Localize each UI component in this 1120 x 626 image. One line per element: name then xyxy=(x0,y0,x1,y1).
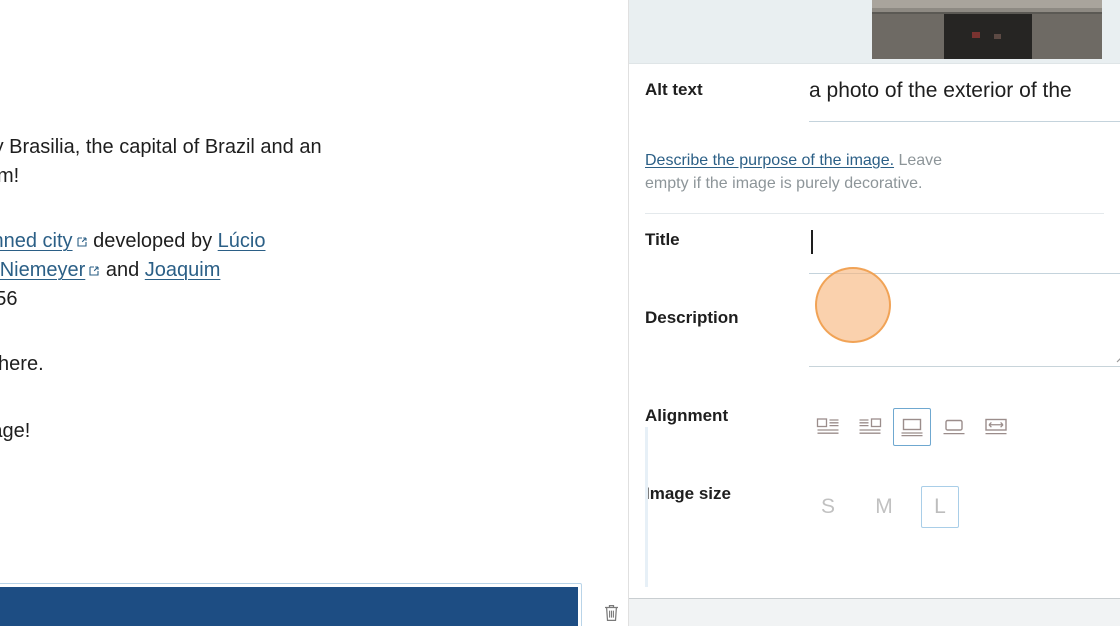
align-center-icon[interactable] xyxy=(893,408,931,447)
describe-purpose-link[interactable]: Describe the purpose of the image. xyxy=(645,152,894,169)
title-input[interactable] xyxy=(809,226,1120,288)
link-lucio-costa-part1[interactable]: Lúcio xyxy=(218,230,266,252)
description-label: Description xyxy=(645,308,739,328)
image-size-small-button[interactable]: S xyxy=(809,486,847,528)
image-thumbnail[interactable] xyxy=(872,0,1102,59)
description-control xyxy=(809,292,1120,382)
alignment-button-group xyxy=(809,394,1104,447)
image-size-button-group: S M L xyxy=(809,472,1104,529)
align-left-icon[interactable] xyxy=(809,408,847,446)
alt-text-label: Alt text xyxy=(645,80,703,99)
trash-icon[interactable] xyxy=(596,598,626,626)
paragraph-intro-line-1[interactable]: n us in lovely Brasilia, the capital of … xyxy=(0,133,588,162)
alignment-control xyxy=(809,382,1104,447)
title-row: Title xyxy=(645,214,1120,292)
selected-image-block[interactable] xyxy=(0,583,582,626)
image-size-large-button[interactable]: L xyxy=(921,486,959,529)
image-size-row: Image size S M L xyxy=(645,460,1104,542)
paragraph-links[interactable]: sília is a planned city developed by Lúc… xyxy=(0,227,588,314)
resize-handle-icon[interactable] xyxy=(1112,350,1120,363)
page-title[interactable]: 024 xyxy=(0,0,588,30)
align-right-icon[interactable] xyxy=(851,408,889,446)
sidebar-footer xyxy=(629,598,1120,626)
input-underline xyxy=(809,273,1120,275)
image-size-control: S M L xyxy=(809,460,1104,529)
alt-text-row: Alt text a photo of the exterior of the xyxy=(645,64,1120,136)
link-oscar-niemeyer[interactable]: Oscar Niemeyer xyxy=(0,259,85,281)
alt-text-control: a photo of the exterior of the xyxy=(809,64,1120,122)
image-preview-panel xyxy=(629,0,1120,64)
alt-text-help: Describe the purpose of the image. Leave… xyxy=(645,136,953,195)
image-size-medium-button[interactable]: M xyxy=(865,486,903,528)
description-row: Description xyxy=(645,292,1120,382)
paragraph-intro-line-2[interactable]: hitectural gem! xyxy=(0,162,588,191)
align-none-icon[interactable] xyxy=(935,408,973,446)
screen: 024 silia, Brazil n us in lovely Brasili… xyxy=(0,0,1120,626)
editor-canvas[interactable]: 024 silia, Brazil n us in lovely Brasili… xyxy=(0,0,628,626)
paragraph-add-image[interactable]: s add an image! xyxy=(0,417,588,446)
input-underline xyxy=(809,121,1120,122)
focus-indicator xyxy=(645,427,648,587)
alignment-label: Alignment xyxy=(645,406,729,426)
alignment-row: Alignment xyxy=(645,382,1104,460)
input-underline xyxy=(809,366,1120,368)
image-block-fill xyxy=(0,587,578,626)
description-input[interactable] xyxy=(809,304,1120,382)
links-tail-text: in 1956 xyxy=(0,288,18,311)
links-mid-1: developed by xyxy=(87,230,218,253)
image-size-label: Image size xyxy=(645,484,731,504)
link-joaquim-cardozo-part1[interactable]: Joaquim xyxy=(145,259,221,281)
paragraph-more-text[interactable]: re text goes here. xyxy=(0,350,588,379)
external-link-icon xyxy=(88,264,100,276)
link-planned-city[interactable]: planned city xyxy=(0,230,73,252)
post-content[interactable]: 024 silia, Brazil n us in lovely Brasili… xyxy=(0,0,588,446)
settings-fields: Alt text a photo of the exterior of the … xyxy=(629,64,1120,542)
title-label: Title xyxy=(645,230,680,250)
alt-text-input[interactable]: a photo of the exterior of the xyxy=(809,76,1120,122)
text-caret xyxy=(811,230,813,255)
alt-text-value: a photo of the exterior of the xyxy=(809,79,1072,102)
paragraph-location[interactable]: silia, Brazil xyxy=(0,72,588,101)
external-link-icon xyxy=(76,235,88,247)
links-mid-3: and xyxy=(100,259,145,282)
title-control xyxy=(809,214,1120,288)
image-settings-sidebar: Alt text a photo of the exterior of the … xyxy=(628,0,1120,626)
align-full-width-icon[interactable] xyxy=(977,408,1015,446)
